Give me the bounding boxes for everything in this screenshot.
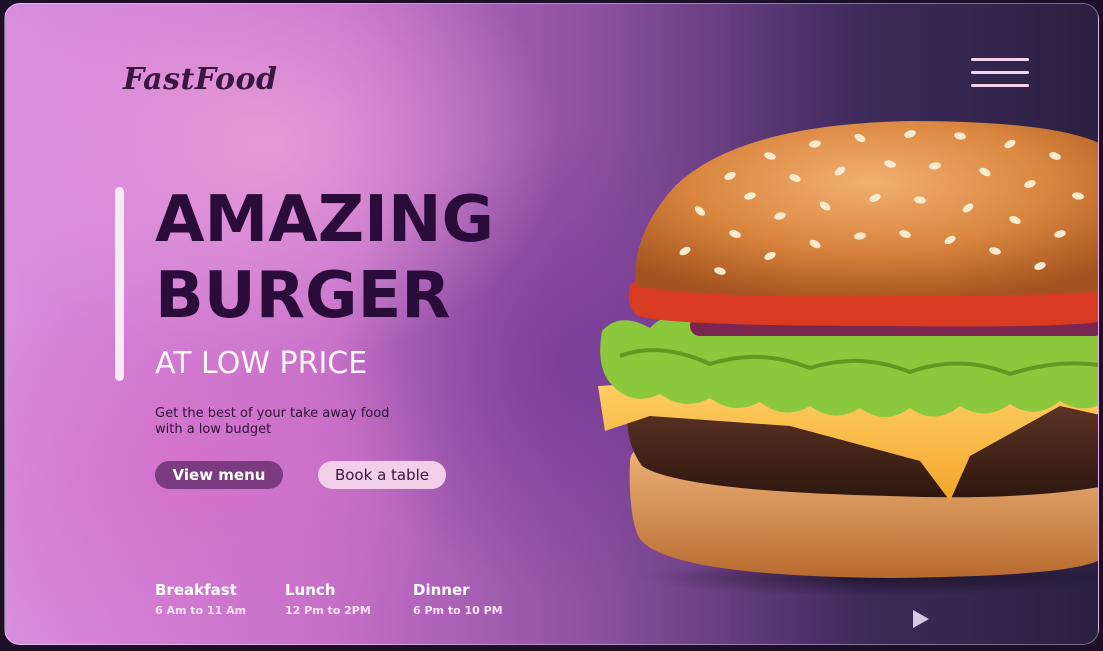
hamburger-menu-icon[interactable] [971,52,1029,92]
book-table-button[interactable]: Book a table [318,461,446,489]
hero-banner: FastFood AMAZING BURGER AT LOW PRICE Get… [4,3,1099,645]
meal-time: 6 Pm to 10 PM [413,604,503,617]
meal-name: Dinner [413,581,470,599]
view-menu-button[interactable]: View menu [155,461,283,489]
brand-logo[interactable]: FastFood [123,62,278,97]
hero-subtitle: AT LOW PRICE [155,346,368,381]
meal-name: Lunch [285,581,336,599]
play-icon[interactable] [913,610,929,628]
hero-title-line1: AMAZING [155,183,495,257]
hours-lunch: Lunch 12 Pm to 2PM [285,581,371,617]
accent-bar [115,187,124,381]
meal-name: Breakfast [155,581,237,599]
hero-title-line2: BURGER [155,259,451,333]
hero-description: Get the best of your take away food with… [155,406,390,437]
burger-image [598,121,1098,596]
meal-time: 12 Pm to 2PM [285,604,371,617]
hours-breakfast: Breakfast 6 Am to 11 Am [155,581,246,617]
hours-dinner: Dinner 6 Pm to 10 PM [413,581,503,617]
hero-title: AMAZING BURGER [155,182,494,334]
meal-time: 6 Am to 11 Am [155,604,247,617]
